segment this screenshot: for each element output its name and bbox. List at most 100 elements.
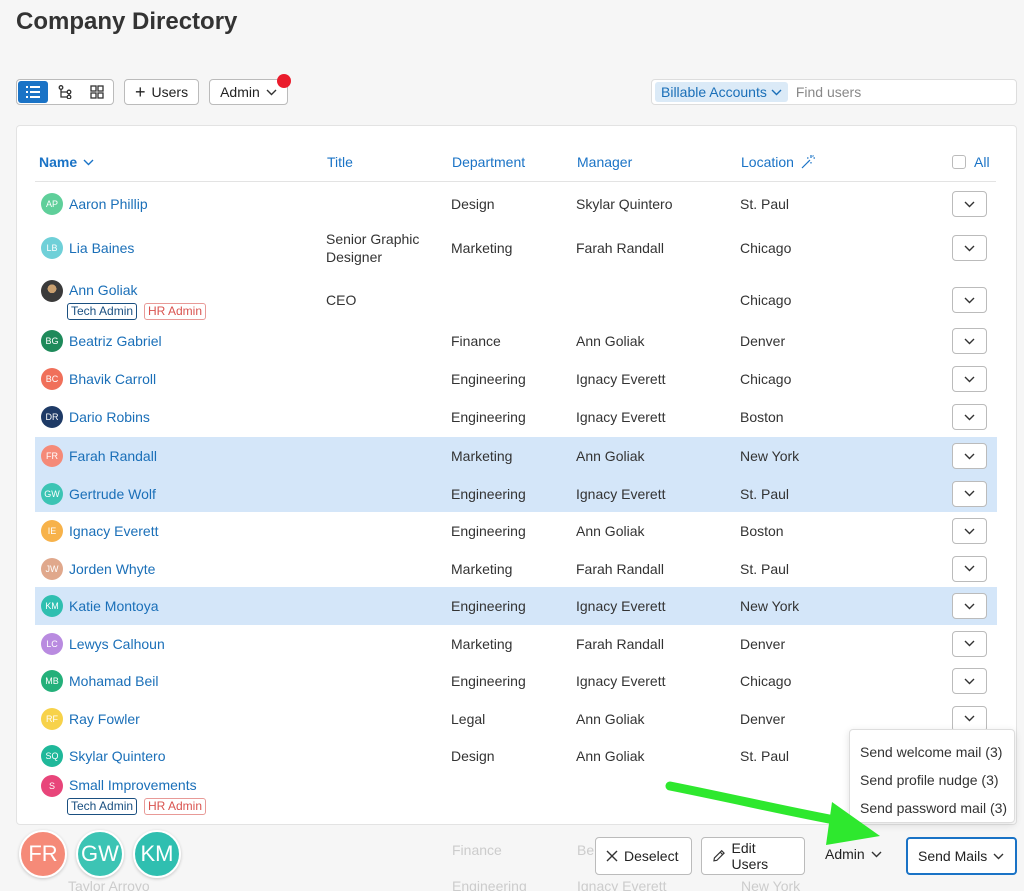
row-actions-button[interactable]	[952, 235, 987, 261]
user-name-link[interactable]: Farah Randall	[69, 448, 157, 464]
table-row[interactable]: AP Aaron Phillip Design Skylar Quintero St. …	[35, 186, 997, 222]
row-actions-button[interactable]	[952, 366, 987, 392]
row-actions-button[interactable]	[952, 705, 987, 732]
cell-manager: Ignacy Everett	[576, 598, 666, 614]
edit-users-label: Edit Users	[731, 840, 769, 872]
row-actions-button[interactable]	[952, 518, 987, 544]
close-icon	[606, 850, 618, 862]
cell-manager: Ann Goliak	[576, 523, 645, 539]
page-title: Company Directory	[16, 8, 238, 35]
grid-view-button[interactable]	[81, 80, 113, 104]
tree-view-button[interactable]	[49, 80, 81, 104]
ghost-cell: Finance	[452, 842, 502, 858]
user-name-link[interactable]: Aaron Phillip	[69, 196, 148, 212]
table-row[interactable]: MB Mohamad Beil Engineering Ignacy Everett C…	[35, 662, 997, 700]
filter-chip-billable-accounts[interactable]: Billable Accounts	[655, 82, 788, 102]
row-actions-button[interactable]	[952, 287, 987, 313]
avatar: BC	[41, 368, 63, 390]
admin-dropdown[interactable]: Admin	[209, 74, 291, 105]
table-row[interactable]: LB Lia Baines Senior Graphic Designer Marke…	[35, 222, 997, 274]
user-name-link[interactable]: Jorden Whyte	[69, 561, 155, 577]
row-actions-button[interactable]	[952, 480, 987, 507]
user-name-link[interactable]: Lia Baines	[69, 240, 134, 256]
column-header-title[interactable]: Title	[327, 154, 353, 170]
bottom-admin-dropdown[interactable]: Admin	[825, 846, 882, 862]
header-divider	[35, 181, 996, 182]
user-name-link[interactable]: Dario Robins	[69, 409, 150, 425]
menu-item-send-password-mail[interactable]: Send password mail (3)	[850, 794, 1014, 822]
avatar: LB	[41, 237, 63, 259]
chevron-down-icon	[964, 715, 975, 722]
column-header-name[interactable]: Name	[39, 154, 94, 170]
user-name-link[interactable]: Skylar Quintero	[69, 748, 165, 764]
user-name-link[interactable]: Ann Goliak	[69, 282, 137, 298]
cell-department: Marketing	[451, 635, 513, 652]
selected-avatar[interactable]: FR	[19, 830, 67, 878]
row-actions-button[interactable]	[952, 328, 987, 354]
list-icon	[26, 86, 40, 98]
table-row[interactable]: KM Katie Montoya Engineering Ignacy Everett…	[35, 587, 997, 625]
table-row[interactable]: DR Dario Robins Engineering Ignacy Everett B…	[35, 402, 997, 432]
row-actions-button[interactable]	[952, 593, 987, 619]
column-header-department[interactable]: Department	[452, 154, 525, 170]
send-mails-button[interactable]: Send Mails	[906, 837, 1017, 875]
cell-title: CEO	[326, 292, 357, 308]
table-row[interactable]: BG Beatriz Gabriel Finance Ann Goliak Denver	[35, 326, 997, 356]
column-header-manager[interactable]: Manager	[577, 154, 632, 170]
chevron-down-icon	[964, 490, 975, 497]
cell-location: Denver	[740, 333, 786, 349]
cell-department: Engineering	[451, 371, 526, 387]
column-header-location[interactable]: Location	[741, 154, 816, 170]
table-row[interactable]: FR Farah Randall Marketing Ann Goliak New Yo…	[35, 437, 997, 475]
user-name-link[interactable]: Mohamad Beil	[69, 673, 159, 689]
org-tree-icon	[58, 85, 72, 99]
cell-department: Engineering	[451, 598, 526, 614]
search-bar: Billable Accounts Find users	[651, 79, 1017, 105]
user-name-link[interactable]: Katie Montoya	[69, 598, 159, 614]
chevron-down-icon	[964, 565, 975, 572]
user-name-link[interactable]: Ray Fowler	[69, 711, 140, 727]
add-users-button[interactable]: + Users	[124, 79, 200, 105]
table-row[interactable]: IE Ignacy Everett Engineering Ann Goliak Bos…	[35, 512, 997, 550]
user-name-link[interactable]: Bhavik Carroll	[69, 371, 156, 387]
table-row[interactable]: Ann Goliak Tech Admin HR Admin CEO Chicago	[35, 274, 997, 326]
cell-title: Senior Graphic Designer	[326, 231, 420, 265]
search-input[interactable]: Find users	[796, 84, 861, 100]
select-all-checkbox[interactable]	[952, 155, 966, 169]
cell-location: St. Paul	[740, 196, 790, 212]
cell-location: Chicago	[740, 673, 792, 689]
user-name-link[interactable]: Small Improvements	[69, 777, 197, 793]
table-row[interactable]: BC Bhavik Carroll Engineering Ignacy Everet…	[35, 356, 997, 402]
cell-location: St. Paul	[740, 485, 790, 502]
directory-table: Name Title Department Manager Location A…	[16, 125, 1017, 825]
table-row[interactable]: LC Lewys Calhoun Marketing Farah Randall Den…	[35, 625, 997, 662]
row-actions-button[interactable]	[952, 191, 987, 217]
chevron-down-icon	[964, 528, 975, 534]
cell-location: Boston	[740, 409, 784, 425]
chevron-down-icon	[964, 414, 975, 420]
row-actions-button[interactable]	[952, 555, 987, 582]
user-name-link[interactable]: Beatriz Gabriel	[69, 333, 162, 349]
list-view-button[interactable]	[18, 81, 48, 103]
chevron-down-icon	[964, 338, 975, 344]
table-row[interactable]: JW Jorden Whyte Marketing Farah Randall St. …	[35, 550, 997, 587]
chevron-down-icon	[964, 603, 975, 609]
user-name-link[interactable]: Lewys Calhoun	[69, 636, 165, 652]
row-actions-button[interactable]	[952, 630, 987, 657]
user-name-link[interactable]: Ignacy Everett	[69, 523, 159, 539]
menu-item-send-profile-nudge[interactable]: Send profile nudge (3)	[850, 766, 1014, 794]
row-actions-button[interactable]	[952, 668, 987, 694]
magic-wand-icon[interactable]	[800, 154, 816, 170]
row-actions-button[interactable]	[952, 404, 987, 430]
row-actions-button[interactable]	[952, 443, 987, 469]
selected-avatar[interactable]: GW	[76, 830, 124, 878]
table-row[interactable]: GW Gertrude Wolf Engineering Ignacy Everett…	[35, 475, 997, 512]
selected-avatar[interactable]: KM	[133, 830, 181, 878]
deselect-button[interactable]: Deselect	[595, 837, 692, 875]
edit-users-button[interactable]: Edit Users	[701, 837, 805, 875]
user-name-link[interactable]: Gertrude Wolf	[69, 486, 156, 502]
cell-manager: Ann Goliak	[576, 448, 645, 464]
cell-manager: Farah Randall	[576, 635, 664, 652]
filter-chip-label: Billable Accounts	[661, 84, 767, 100]
menu-item-send-welcome-mail[interactable]: Send welcome mail (3)	[850, 738, 1014, 766]
